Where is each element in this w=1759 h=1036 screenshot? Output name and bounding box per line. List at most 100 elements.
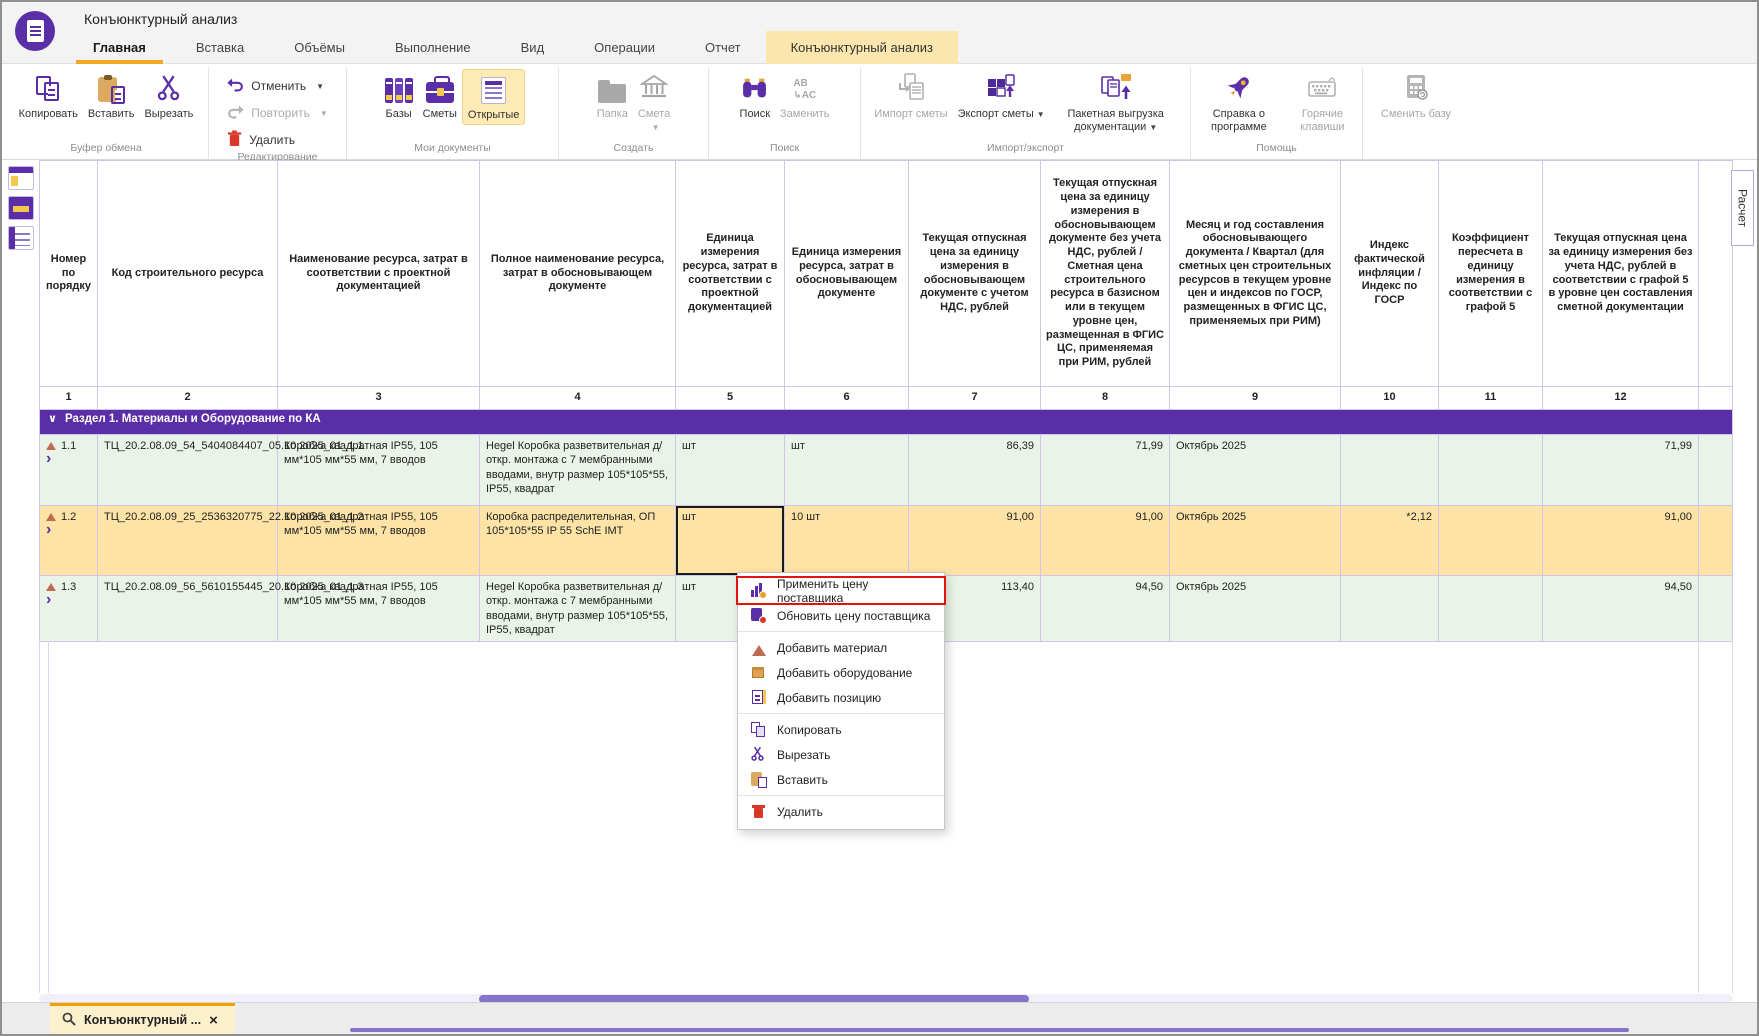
replace-button[interactable]: AB↳AC Заменить — [775, 69, 834, 123]
bases-button[interactable]: Базы — [380, 69, 418, 123]
cell-name[interactable]: Коробка квадратная IP55, 105 мм*105 мм*5… — [278, 576, 480, 642]
undo-dropdown-icon[interactable]: ▼ — [316, 82, 324, 91]
change-database-button[interactable]: Сменить базу — [1376, 69, 1456, 123]
cell-code[interactable]: ТЦ_20.2.08.09_56_5610155445_20.10.2025_0… — [98, 576, 278, 642]
tab-konyunkturny-analiz[interactable]: Конъюнктурный анализ — [766, 31, 958, 64]
paste-button[interactable]: Вставить — [83, 69, 140, 123]
estimate-create-button[interactable]: Смета▼ — [633, 69, 675, 136]
cell-price-no-vat[interactable]: 94,50 — [1041, 576, 1170, 642]
menu-item-add-equipment[interactable]: Добавить оборудование — [738, 660, 944, 685]
redo-button[interactable]: Повторить ▼ — [227, 102, 328, 124]
undo-icon — [227, 77, 244, 95]
col-num-11: 11 — [1439, 387, 1543, 410]
menu-item-paste[interactable]: Вставить — [738, 767, 944, 792]
bottom-scrollbar-thumb[interactable] — [350, 1028, 1629, 1032]
menu-item-cut[interactable]: Вырезать — [738, 742, 944, 767]
tab-vypolnenie[interactable]: Выполнение — [370, 31, 496, 64]
undo-button[interactable]: Отменить ▼ — [227, 75, 328, 97]
tab-operacii[interactable]: Операции — [569, 31, 680, 64]
cell-price-no-vat[interactable]: 91,00 — [1041, 506, 1170, 576]
tab-obyomy[interactable]: Объёмы — [269, 31, 370, 64]
cell-coef[interactable] — [1439, 576, 1543, 642]
menu-item-update-supplier-price[interactable]: Обновить цену поставщика — [738, 603, 944, 628]
tab-vstavka[interactable]: Вставка — [171, 31, 269, 64]
delete-button[interactable]: Удалить — [227, 129, 328, 151]
menu-separator — [738, 713, 944, 714]
col-num-2: 2 — [98, 387, 278, 410]
panel-list-icon[interactable] — [8, 226, 34, 250]
cell-coef[interactable] — [1439, 435, 1543, 506]
cell-unit-doc[interactable]: 10 шт — [785, 506, 909, 576]
panel-grid-icon[interactable] — [8, 166, 34, 190]
folder-icon — [598, 84, 626, 103]
cell-unit-project-focused[interactable]: шт — [676, 506, 785, 576]
cut-button[interactable]: Вырезать — [139, 69, 198, 123]
cell-price-vat[interactable]: 86,39 — [909, 435, 1041, 506]
cell-index[interactable] — [1341, 576, 1439, 642]
hotkeys-button[interactable]: Горячие клавиши — [1285, 69, 1360, 136]
cell-code[interactable]: ТЦ_20.2.08.09_25_2536320775_22.10.2025_0… — [98, 506, 278, 576]
close-icon[interactable]: × — [209, 1012, 218, 1029]
export-icon — [986, 73, 1016, 106]
cell-full-name[interactable]: Коробка распределительная, ОП 105*105*55… — [480, 506, 676, 576]
tab-vid[interactable]: Вид — [496, 31, 570, 64]
menu-item-add-position[interactable]: Добавить позицию — [738, 685, 944, 710]
copy-button[interactable]: Копировать — [14, 69, 83, 123]
menu-item-delete[interactable]: Удалить — [738, 799, 944, 824]
estimate-dropdown-icon[interactable]: ▼ — [652, 123, 660, 132]
menu-item-copy[interactable]: Копировать — [738, 717, 944, 742]
cell-price-g5[interactable]: 71,99 — [1543, 435, 1699, 506]
ribbon: Копировать Вставить Вырезать Буфер обмен… — [2, 64, 1757, 160]
row-expand-icon[interactable]: › — [46, 524, 51, 536]
col-num-7: 7 — [909, 387, 1041, 410]
export-dropdown-icon[interactable]: ▼ — [1037, 110, 1045, 119]
cell-full-name[interactable]: Hegel Коробка разветвительная д/откр. мо… — [480, 435, 676, 506]
estimates-button[interactable]: Сметы — [418, 69, 462, 123]
cell-price-g5[interactable]: 91,00 — [1543, 506, 1699, 576]
cell-extra[interactable] — [1699, 576, 1733, 642]
panel-briefcase-icon[interactable] — [8, 196, 34, 220]
batch-upload-button[interactable]: Пакетная выгрузка документации▼ — [1050, 69, 1182, 136]
document-tab[interactable]: Конъюнктурный ... × — [50, 1003, 235, 1034]
menu-item-add-material[interactable]: Добавить материал — [738, 635, 944, 660]
cell-month[interactable]: Октябрь 2025 — [1170, 576, 1341, 642]
group-label-clipboard: Буфер обмена — [6, 142, 206, 159]
row-expand-icon[interactable]: › — [46, 453, 51, 465]
cell-extra[interactable] — [1699, 435, 1733, 506]
cell-index[interactable]: *2,12 — [1341, 506, 1439, 576]
cell-code[interactable]: ТЦ_20.2.08.09_54_5404084407_05.10.2025_0… — [98, 435, 278, 506]
col-num-8: 8 — [1041, 387, 1170, 410]
cell-extra[interactable] — [1699, 506, 1733, 576]
cell-unit-doc[interactable]: шт — [785, 435, 909, 506]
open-documents-button[interactable]: Открытые — [462, 69, 526, 125]
row-expand-icon[interactable]: › — [46, 594, 51, 606]
search-button[interactable]: Поиск — [735, 69, 775, 123]
section-collapse-icon[interactable]: ∨ — [48, 413, 57, 425]
cell-price-no-vat[interactable]: 71,99 — [1041, 435, 1170, 506]
row-number: 1.2 — [61, 510, 76, 524]
cell-name[interactable]: Коробка квадратная IP55, 105 мм*105 мм*5… — [278, 506, 480, 576]
about-button[interactable]: Справка о программе — [1193, 69, 1285, 136]
cell-price-g5[interactable]: 94,50 — [1543, 576, 1699, 642]
menu-item-apply-supplier-price[interactable]: Применить цену поставщика — [738, 578, 944, 603]
col-num-9: 9 — [1170, 387, 1341, 410]
ribbon-group-database: Сменить базу — [1363, 67, 1469, 159]
cell-month[interactable]: Октябрь 2025 — [1170, 435, 1341, 506]
cell-price-vat[interactable]: 91,00 — [909, 506, 1041, 576]
export-estimate-button[interactable]: Экспорт сметы▼ — [953, 69, 1050, 123]
folder-button[interactable]: Папка — [592, 69, 633, 123]
tab-otchet[interactable]: Отчет — [680, 31, 766, 64]
import-estimate-button[interactable]: Импорт сметы — [869, 69, 952, 123]
cell-month[interactable]: Октябрь 2025 — [1170, 506, 1341, 576]
cell-unit-project[interactable]: шт — [676, 435, 785, 506]
batch-dropdown-icon[interactable]: ▼ — [1149, 123, 1157, 132]
row-number: 1.3 — [61, 580, 76, 594]
cell-name[interactable]: Коробка квадратная IP55, 105 мм*105 мм*5… — [278, 435, 480, 506]
search-icon — [62, 1012, 76, 1029]
cell-index[interactable] — [1341, 435, 1439, 506]
tab-glavnaya[interactable]: Главная — [68, 31, 171, 64]
cell-full-name[interactable]: Hegel Коробка разветвительная д/откр. мо… — [480, 576, 676, 642]
side-tab-calculation[interactable]: Расчет — [1731, 170, 1754, 246]
redo-dropdown-icon[interactable]: ▼ — [320, 109, 328, 118]
cell-coef[interactable] — [1439, 506, 1543, 576]
